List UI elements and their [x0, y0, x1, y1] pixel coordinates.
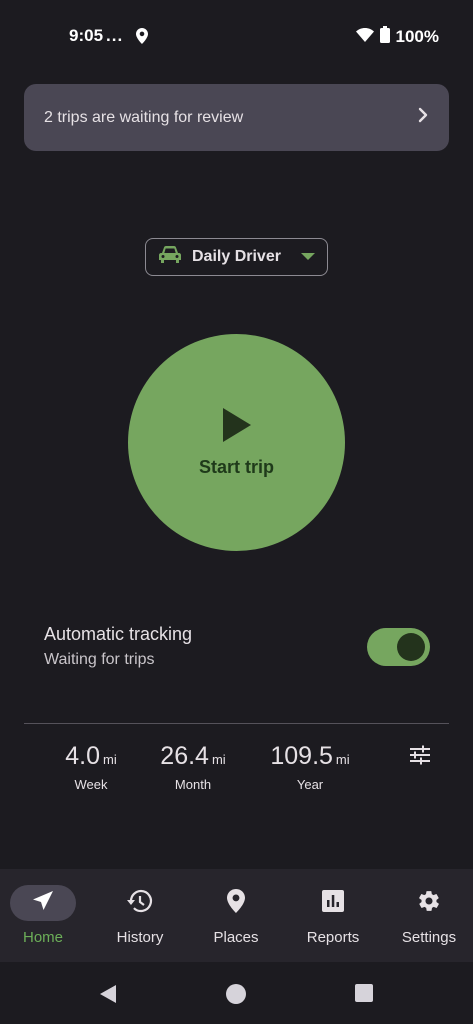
- stat-week: 4.0 mi Week: [62, 742, 120, 792]
- stat-value: 109.5: [270, 742, 333, 770]
- nav-settings[interactable]: Settings: [381, 869, 473, 962]
- recents-square-icon[interactable]: [355, 984, 373, 1007]
- automatic-tracking-toggle[interactable]: [367, 628, 430, 666]
- status-bar: 9:05 ... 100%: [0, 0, 473, 72]
- chevron-down-icon: [301, 248, 315, 266]
- toggle-knob: [397, 633, 425, 661]
- stat-label: Week: [74, 777, 108, 792]
- nav-icon-container: [396, 885, 462, 921]
- nav-icon-container: [10, 885, 76, 921]
- tune-icon[interactable]: [409, 745, 431, 770]
- system-navigation-bar: [0, 962, 473, 1024]
- nav-icon-container: [300, 885, 366, 921]
- location-icon: [136, 28, 148, 49]
- stat-unit: mi: [103, 752, 117, 767]
- home-circle-icon[interactable]: [226, 984, 246, 1009]
- stat-unit: mi: [335, 752, 350, 767]
- nav-label: Places: [213, 929, 259, 946]
- gear-icon: [417, 889, 441, 918]
- bar-chart-icon: [322, 889, 344, 917]
- back-triangle-icon[interactable]: [99, 984, 117, 1009]
- nav-label: History: [116, 929, 164, 946]
- play-icon: [222, 407, 251, 447]
- nav-label: Settings: [401, 929, 457, 946]
- stat-label: Month: [174, 777, 212, 792]
- status-time: 9:05: [69, 26, 104, 45]
- nav-label: Reports: [306, 929, 360, 946]
- status-notification-dots: ...: [106, 26, 124, 45]
- nav-history[interactable]: History: [92, 869, 188, 962]
- nav-icon-container: [107, 885, 173, 921]
- stat-unit: mi: [211, 752, 226, 767]
- nav-places[interactable]: Places: [188, 869, 284, 962]
- vehicle-dropdown[interactable]: Daily Driver: [145, 238, 328, 276]
- stat-value: 4.0: [65, 742, 101, 770]
- nav-home[interactable]: Home: [0, 869, 91, 962]
- status-right: 100%: [355, 26, 439, 48]
- review-banner-text: 2 trips are waiting for review: [44, 108, 244, 126]
- navigation-arrow-icon: [32, 890, 54, 917]
- stat-value: 26.4: [160, 742, 209, 770]
- stat-month: 26.4 mi Month: [157, 742, 229, 792]
- battery-percent: 100%: [395, 27, 439, 46]
- nav-label: Home: [22, 929, 63, 946]
- stat-label: Year: [296, 777, 324, 792]
- divider: [24, 723, 449, 724]
- trips-review-banner[interactable]: 2 trips are waiting for review: [24, 84, 449, 151]
- stat-year: 109.5 mi Year: [266, 742, 354, 792]
- chevron-right-icon: [417, 107, 429, 128]
- nav-icon-container: [203, 885, 269, 921]
- battery-icon: [379, 26, 390, 48]
- start-trip-button[interactable]: Start trip: [128, 334, 345, 551]
- history-icon: [127, 889, 153, 918]
- car-icon: [158, 245, 182, 270]
- wifi-icon: [355, 27, 374, 47]
- nav-reports[interactable]: Reports: [285, 869, 381, 962]
- place-pin-icon: [227, 888, 245, 918]
- bottom-navigation: Home History Places Reports Settings: [0, 869, 473, 962]
- vehicle-label: Daily Driver: [192, 248, 281, 265]
- start-trip-label: Start trip: [198, 456, 274, 477]
